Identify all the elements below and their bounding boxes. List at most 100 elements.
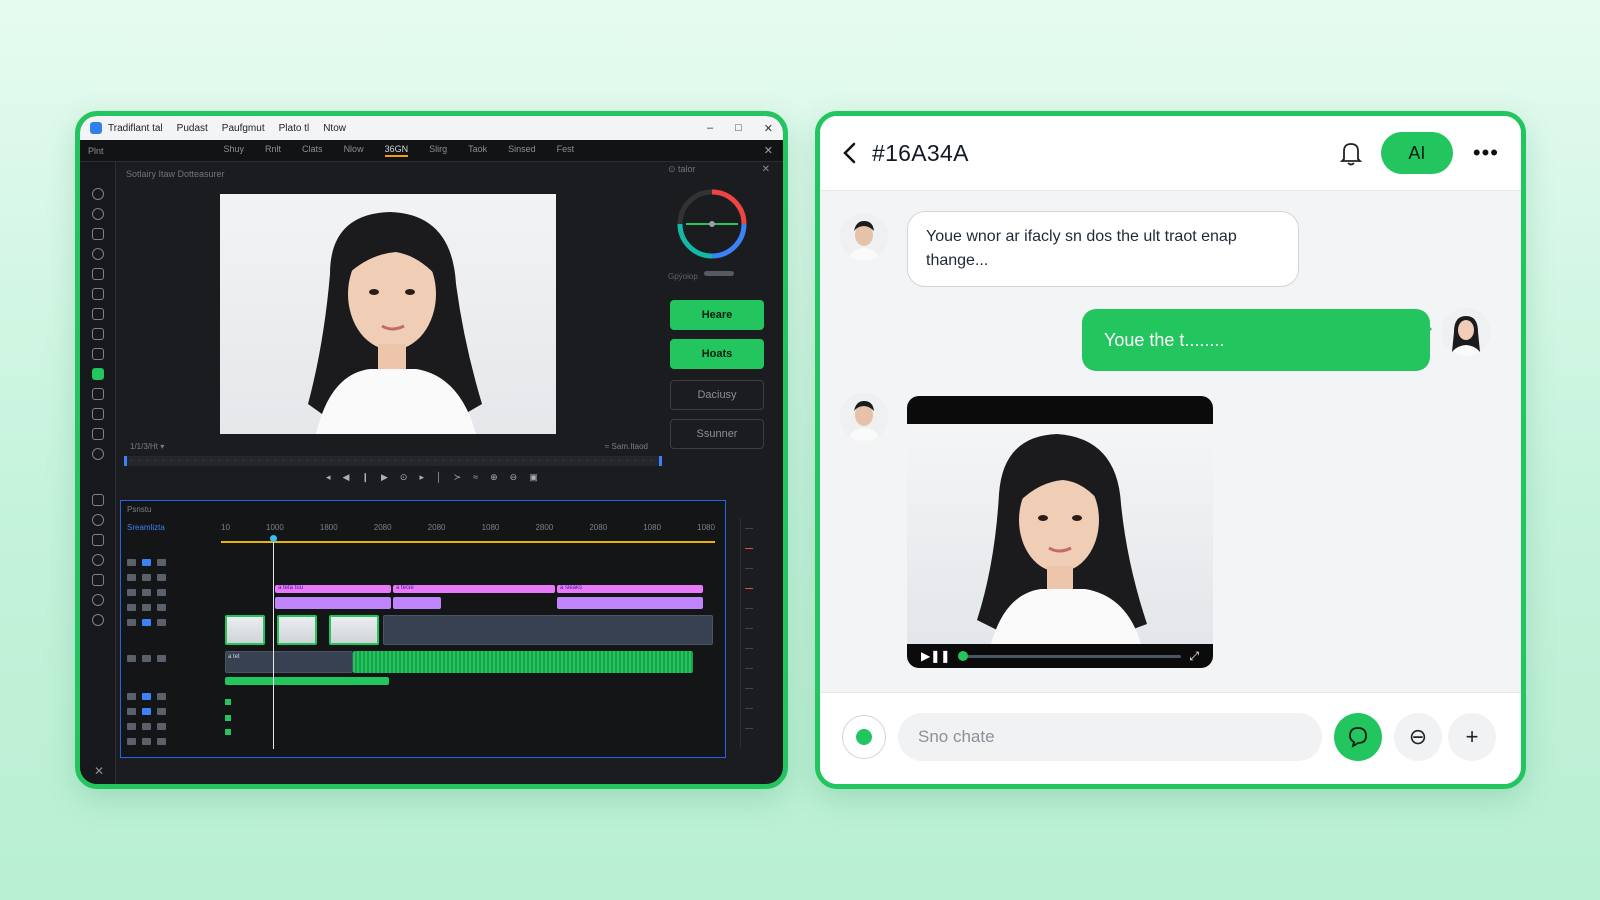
rewind-start-icon[interactable]: ◂ xyxy=(326,472,331,483)
video-clip-strip[interactable] xyxy=(383,615,713,645)
keyframe-marker[interactable] xyxy=(225,715,231,721)
history-tool-icon[interactable] xyxy=(91,614,104,626)
timecode-left[interactable]: 1/1/3/Ht ▾ xyxy=(130,442,164,451)
crop-tool-icon[interactable] xyxy=(91,308,104,320)
menu-item[interactable]: Ntow xyxy=(323,123,346,134)
export-frame-icon[interactable]: ▣ xyxy=(529,472,538,483)
export-tool-icon[interactable] xyxy=(91,574,104,586)
add-marker-icon[interactable]: ⊕ xyxy=(490,472,498,483)
track-header[interactable] xyxy=(127,653,217,663)
notification-bell-icon[interactable] xyxy=(1339,140,1363,166)
timecode-right[interactable]: ≈ Sam.Itaod xyxy=(605,442,648,451)
workspace-tab[interactable]: Slirg xyxy=(429,144,447,157)
record-button[interactable] xyxy=(842,715,886,759)
sequence-name[interactable]: Sreamlizta xyxy=(127,523,165,532)
close-window-button[interactable]: ✕ xyxy=(764,122,773,135)
out-point-icon[interactable]: ≻ xyxy=(454,472,462,483)
video-preview[interactable] xyxy=(220,194,556,434)
remove-marker-icon[interactable]: ⊖ xyxy=(510,472,518,483)
timeline-panel[interactable]: Psnstu Sreamlizta 10 1000 1800 2080 2080… xyxy=(120,500,726,758)
track-header[interactable] xyxy=(127,736,217,746)
avatar-man[interactable] xyxy=(840,213,888,261)
lasso-tool-icon[interactable] xyxy=(91,188,104,200)
zoom-tool-icon[interactable] xyxy=(91,514,104,526)
primary-button-1[interactable]: Heare xyxy=(670,300,764,330)
ai-button[interactable]: AI xyxy=(1380,132,1453,174)
fullscreen-icon[interactable]: ⤢ xyxy=(1189,649,1199,664)
track-header[interactable] xyxy=(127,557,217,567)
menu-item[interactable]: Paufgmut xyxy=(222,123,265,134)
track-tool-icon[interactable] xyxy=(91,494,104,506)
track-header[interactable] xyxy=(127,602,217,612)
menu-item[interactable]: Tradiflаnt tal xyxy=(108,123,163,134)
secondary-button-1[interactable]: Daciusy xyxy=(670,380,764,410)
rotate-tool-icon[interactable] xyxy=(91,208,104,220)
track-header[interactable] xyxy=(127,706,217,716)
wheel-slider[interactable] xyxy=(704,271,734,276)
minus-button[interactable]: ⊖ xyxy=(1394,713,1442,761)
pencil-tool-icon[interactable] xyxy=(91,408,104,420)
track-header[interactable] xyxy=(127,617,217,627)
layers-tool-icon[interactable] xyxy=(91,428,104,440)
video-message[interactable]: ▶❚❚ ⤢ xyxy=(907,396,1213,668)
marker-icon[interactable]: ⊙ xyxy=(400,472,408,483)
play-icon[interactable]: ▶ xyxy=(381,472,388,483)
search-tool-icon[interactable] xyxy=(91,448,104,460)
color-wheel-icon[interactable] xyxy=(672,184,752,264)
workspace-tab-active[interactable]: 36GN xyxy=(384,144,409,157)
primary-button-2[interactable]: Hoats xyxy=(670,339,764,369)
track-header[interactable] xyxy=(127,721,217,731)
rectangle-tool-icon[interactable] xyxy=(91,288,104,300)
workspace-tab[interactable]: Fest xyxy=(557,144,575,157)
keyframe-marker[interactable] xyxy=(225,729,231,735)
preview-scrubber[interactable] xyxy=(124,456,662,466)
flag-tool-icon[interactable] xyxy=(91,534,104,546)
step-forward-icon[interactable]: ▸ xyxy=(419,472,424,483)
workspace-tab[interactable]: Nlow xyxy=(344,144,364,157)
menubar-left-label[interactable]: Plnt xyxy=(88,146,104,156)
play-pause-icon[interactable]: ▶❚❚ xyxy=(921,649,950,663)
effect-clip[interactable] xyxy=(557,597,703,609)
track-header[interactable] xyxy=(127,691,217,701)
loop-tool-icon[interactable] xyxy=(91,248,104,260)
back-arrow-icon[interactable] xyxy=(842,142,856,164)
color-swatch-icon[interactable] xyxy=(91,368,104,380)
workspace-tab[interactable]: Shuy xyxy=(224,144,245,157)
add-button[interactable]: + xyxy=(1448,713,1496,761)
menu-item[interactable]: Pudast xyxy=(177,123,208,134)
circle-tool-icon[interactable] xyxy=(91,594,104,606)
eyedropper-tool-icon[interactable] xyxy=(91,388,104,400)
workspace-tab[interactable]: Rnlt xyxy=(265,144,281,157)
menu-item[interactable]: Plato tl xyxy=(279,123,310,134)
avatar-woman[interactable] xyxy=(1442,308,1490,356)
keyframe-marker[interactable] xyxy=(225,699,231,705)
video-clip-strip[interactable]: a tet xyxy=(225,651,353,673)
maximize-button[interactable]: □ xyxy=(735,122,742,135)
title-clip[interactable]: a tecie xyxy=(393,585,555,593)
secondary-button-2[interactable]: Ssunner xyxy=(670,419,764,449)
audio-clip[interactable] xyxy=(225,677,389,685)
incoming-message[interactable]: Youe wnor ar ifacly sn dos the ult traot… xyxy=(907,211,1299,287)
video-progress[interactable] xyxy=(958,650,1182,661)
voice-button[interactable] xyxy=(1334,713,1382,761)
effect-clip[interactable] xyxy=(275,597,391,609)
frame-tool-icon[interactable] xyxy=(91,328,104,340)
close-panel-icon[interactable]: ✕ xyxy=(764,144,773,157)
timeline-playhead[interactable] xyxy=(270,535,277,749)
track-header[interactable] xyxy=(127,587,217,597)
minimize-button[interactable]: – xyxy=(707,122,713,135)
workspace-tab[interactable]: Taok xyxy=(468,144,487,157)
title-clip[interactable]: a sleaks xyxy=(557,585,703,593)
pen-tool-icon[interactable] xyxy=(91,228,104,240)
loop-icon[interactable]: ≈ xyxy=(473,472,478,483)
audio-clip-waveform[interactable] xyxy=(353,651,693,673)
message-input[interactable] xyxy=(898,713,1322,761)
effect-clip[interactable] xyxy=(393,597,441,609)
brush-tool-icon[interactable] xyxy=(91,268,104,280)
title-clip[interactable]: a teta tuu xyxy=(275,585,391,593)
more-options-icon[interactable]: ••• xyxy=(1473,140,1499,166)
outgoing-message[interactable]: Youe the t........ xyxy=(1082,309,1432,371)
grid-tool-icon[interactable] xyxy=(91,348,104,360)
step-back-icon[interactable]: ◀ xyxy=(343,472,350,483)
video-frame[interactable] xyxy=(907,424,1213,644)
